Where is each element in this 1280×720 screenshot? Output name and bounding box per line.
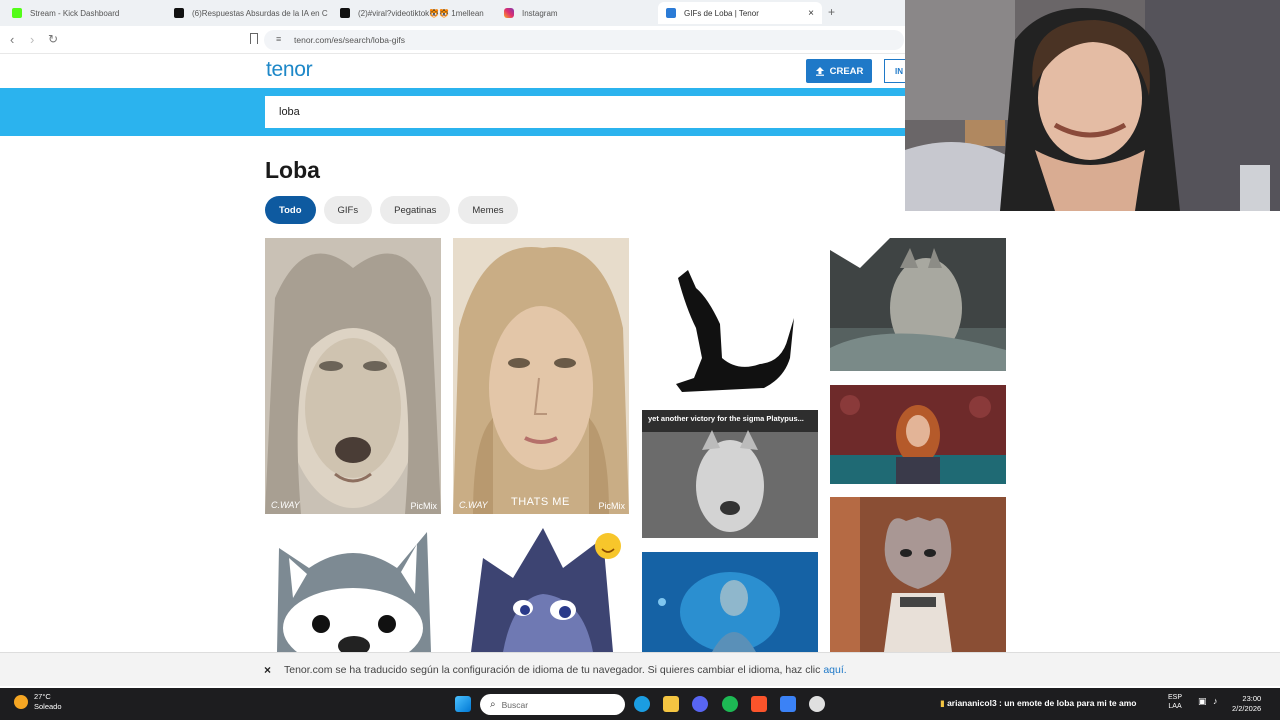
anime-wolf-girl-image (830, 497, 1006, 652)
forward-arrow-icon[interactable]: › (30, 32, 34, 47)
bookmark-icon[interactable] (250, 33, 258, 44)
browser-tab-tiktok-1[interactable]: (6)Respuestas Absurdas de la IA en C (166, 2, 330, 24)
system-clock[interactable]: 23:00 2/2/2026 (1232, 694, 1261, 714)
redhead-woman-image (830, 385, 1006, 484)
gif-blonde-woman[interactable]: C.WAY THATS ME PicMix (453, 238, 629, 514)
filter-memes[interactable]: Memes (458, 196, 518, 224)
close-notice-icon[interactable]: × (264, 663, 271, 677)
weather-widget[interactable]: 27°C Soleado (14, 692, 62, 712)
notice-link[interactable]: aquí. (823, 664, 846, 676)
gif-beastars-wolf[interactable] (830, 497, 1006, 652)
webcam-overlay (905, 0, 1280, 211)
spotify-icon[interactable] (722, 696, 738, 712)
werewolf-image (830, 238, 1006, 371)
page-title: Loba (265, 157, 320, 183)
filter-todo[interactable]: Todo (265, 196, 316, 224)
blonde-woman-image (453, 238, 629, 514)
chat-badge-icon: ▮ (940, 698, 945, 708)
streamer-webcam-image (905, 0, 1280, 211)
gif-sigma-wolf[interactable]: yet another victory for the sigma Platyp… (642, 410, 818, 538)
filter-chips: Todo GIFs Pegatinas Memes (265, 196, 518, 224)
network-icon[interactable]: ▣ (1198, 697, 1207, 706)
gif-cartoon-wolf-sticker[interactable] (265, 528, 441, 652)
thats-me-caption: THATS ME (511, 496, 570, 508)
gif-howling-wolf-silhouette[interactable] (642, 238, 818, 396)
browser-tab-kick[interactable]: Stream - Kick Dashboard (4, 2, 164, 24)
instagram-icon (504, 8, 514, 18)
tenor-favicon-icon (666, 8, 676, 18)
chat-message: : un emote de loba para mi te amo (996, 698, 1137, 708)
gif-werewolf-art[interactable] (830, 238, 1006, 371)
site-info-icon[interactable]: ≡ (276, 34, 281, 44)
reload-icon[interactable]: ↻ (48, 32, 58, 46)
sun-icon (14, 695, 28, 709)
platypus-caption: yet another victory for the sigma Platyp… (648, 414, 804, 423)
picmix-watermark: PicMix (598, 501, 626, 511)
filter-gifs[interactable]: GIFs (323, 196, 373, 224)
anime-wolf-image (453, 528, 629, 652)
search-input[interactable] (265, 96, 925, 128)
kick-icon (12, 8, 22, 18)
gif-anime-wolf-sticker[interactable] (453, 528, 629, 652)
tiktok-icon (174, 8, 184, 18)
windows-start-icon[interactable] (455, 696, 471, 712)
stream-chat-overlay: ▮ ariananicol3 : un emote de loba para m… (940, 698, 1136, 709)
howling-wolf-image (642, 238, 818, 396)
volume-icon[interactable]: ♪ (1213, 697, 1218, 706)
gif-wolf-woman-morph[interactable]: C.WAY PicMix (265, 238, 441, 514)
gif-underwater-woman[interactable] (642, 552, 818, 652)
picmix-watermark: PicMix (410, 501, 438, 511)
create-button[interactable]: CREAR (806, 59, 872, 83)
back-arrow-icon[interactable]: ‹ (10, 32, 14, 47)
browser-tab-tenor[interactable]: GIFs de Loba | Tenor × (658, 2, 822, 24)
cartoon-wolf-image (265, 528, 441, 652)
close-tab-icon[interactable]: × (808, 8, 814, 19)
watermark-left: C.WAY (459, 500, 488, 510)
tiktok-icon (340, 8, 350, 18)
gray-wolf-image (642, 410, 818, 538)
watermark-left: C.WAY (271, 500, 300, 510)
browser-tab-tiktok-2[interactable]: (2)#viral?videotiktok🐯🐯 1mellean (332, 2, 494, 24)
brave-icon[interactable] (751, 696, 767, 712)
notice-text: Tenor.com se ha traducido según la confi… (284, 664, 824, 676)
taskbar-search[interactable]: ⌕ Buscar (480, 694, 625, 715)
new-tab-button[interactable]: + (828, 5, 835, 19)
notepad-icon[interactable] (780, 696, 796, 712)
tenor-logo[interactable]: tenor (266, 58, 313, 82)
file-explorer-icon[interactable] (663, 696, 679, 712)
url-field[interactable]: ≡ tenor.com/es/search/loba-gifs (264, 30, 904, 50)
upload-icon (815, 67, 824, 76)
discord-icon[interactable] (692, 696, 708, 712)
edge-icon[interactable] (634, 696, 650, 712)
windows-taskbar: 27°C Soleado ⌕ Buscar ▮ ariananicol3 : un… (0, 688, 1280, 720)
search-icon: ⌕ (490, 699, 496, 710)
obs-icon[interactable] (809, 696, 825, 712)
translation-notice: × Tenor.com se ha traducido según la con… (0, 652, 1280, 686)
language-indicator[interactable]: ESP LAA (1168, 693, 1182, 711)
weather-temp: 27°C (34, 692, 51, 701)
chat-username: ariananicol3 (947, 698, 997, 708)
browser-tab-instagram[interactable]: Instagram (496, 2, 656, 24)
wolf-woman-image (265, 238, 441, 514)
filter-pegatinas[interactable]: Pegatinas (380, 196, 451, 224)
weather-condition: Soleado (34, 702, 62, 711)
underwater-image (642, 552, 818, 652)
gif-redhead-woman[interactable] (830, 385, 1006, 484)
